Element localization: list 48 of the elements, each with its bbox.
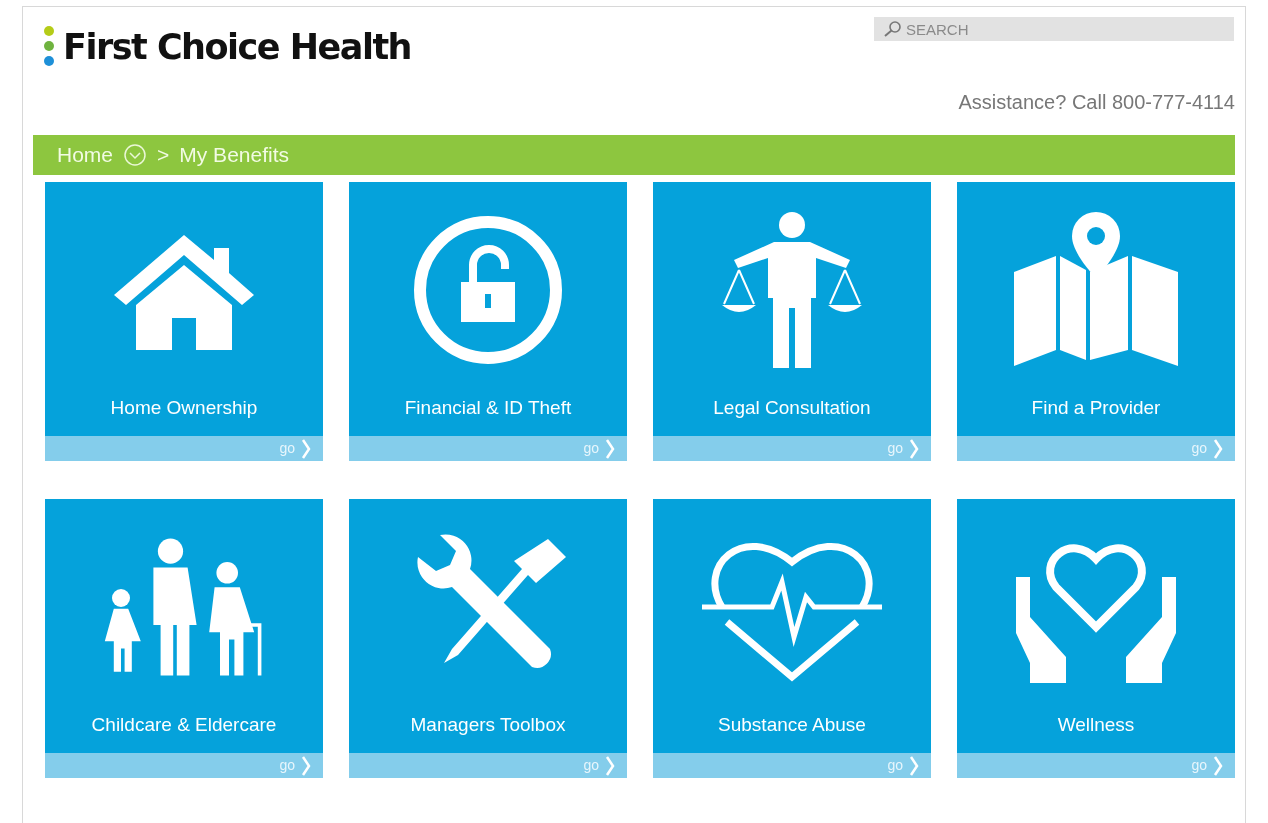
family-icon xyxy=(104,538,262,676)
go-link[interactable]: go xyxy=(957,753,1235,778)
breadcrumb-separator: > xyxy=(157,142,170,169)
breadcrumb-link[interactable]: Home xyxy=(57,139,114,171)
map-pin-icon xyxy=(1014,212,1178,366)
go-link[interactable]: go xyxy=(653,753,931,778)
chevron-circle-icon[interactable] xyxy=(123,143,148,167)
go-link[interactable]: go xyxy=(45,753,323,778)
go-link[interactable]: go xyxy=(45,436,323,461)
benefit-tile[interactable]: Home Ownership go xyxy=(45,182,323,461)
chevron-right-icon xyxy=(301,438,311,459)
heart-hands-icon xyxy=(1016,544,1176,683)
chevron-right-icon xyxy=(909,438,919,459)
benefit-tile[interactable]: Find a Provider go xyxy=(957,182,1235,461)
tile-title: Home Ownership xyxy=(110,395,258,420)
chevron-right-icon xyxy=(1213,755,1223,776)
benefit-tile[interactable]: Wellness go xyxy=(957,499,1235,778)
house-icon xyxy=(114,235,254,350)
figure-scales-icon xyxy=(722,212,862,368)
tile-title: Wellness xyxy=(1057,712,1135,737)
tile-title: Childcare & Eldercare xyxy=(91,712,277,737)
assistance-text: Assistance? Call 800-777-4114 xyxy=(958,90,1235,115)
go-link[interactable]: go xyxy=(653,436,931,461)
padlock-icon xyxy=(414,216,562,364)
chevron-right-icon xyxy=(605,755,615,776)
benefit-tile[interactable]: Childcare & Eldercare go xyxy=(45,499,323,778)
wrench-screwdriver-icon xyxy=(417,534,566,668)
logo-text[interactable]: First Choice Health xyxy=(63,29,412,65)
tile-title: Managers Toolbox xyxy=(410,712,566,737)
chevron-right-icon xyxy=(1213,438,1223,459)
benefit-tile[interactable]: Managers Toolbox go xyxy=(349,499,627,778)
logo-dots-icon xyxy=(43,25,55,69)
tile-title: Legal Consultation xyxy=(713,395,871,420)
chevron-right-icon xyxy=(909,755,919,776)
benefit-tile[interactable]: Substance Abuse go xyxy=(653,499,931,778)
breadcrumb-link[interactable]: My Benefits xyxy=(179,139,289,171)
benefit-tile[interactable]: Financial & ID Theft go xyxy=(349,182,627,461)
tile-title: Substance Abuse xyxy=(718,712,866,737)
tile-title: Find a Provider xyxy=(1031,395,1161,420)
go-link[interactable]: go xyxy=(957,436,1235,461)
go-link[interactable]: go xyxy=(349,436,627,461)
chevron-right-icon xyxy=(605,438,615,459)
tile-title: Financial & ID Theft xyxy=(404,395,572,420)
chevron-right-icon xyxy=(301,755,311,776)
search-field[interactable]: SEARCH xyxy=(874,17,1234,41)
go-link[interactable]: go xyxy=(349,753,627,778)
heartbeat-icon xyxy=(702,543,882,681)
benefit-tile[interactable]: Legal Consultation go xyxy=(653,182,931,461)
